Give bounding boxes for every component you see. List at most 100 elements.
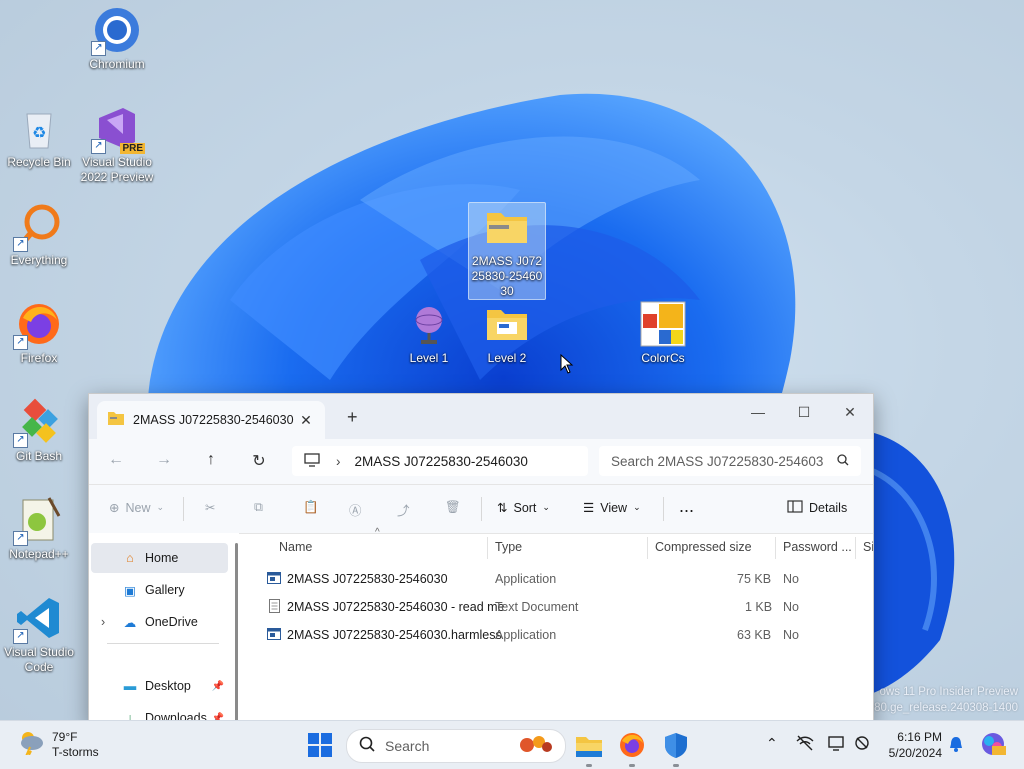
running-indicator <box>673 764 679 767</box>
visual-studio-icon: PRE ↗ <box>91 104 145 154</box>
sidebar-item-desktop[interactable]: ▬ Desktop 📌 <box>91 671 228 701</box>
new-tab-icon[interactable]: + <box>347 407 358 428</box>
notification-bell-icon[interactable] <box>948 735 964 756</box>
navigation-bar: ← → ↑ ↻ › 2MASS J07225830-2546030 Search… <box>89 439 873 485</box>
sort-ascending-icon: ^ <box>375 527 380 538</box>
column-header-compressed-size[interactable]: Compressed size <box>655 533 752 561</box>
close-window-button[interactable]: ✕ <box>827 398 873 426</box>
git-bash-icon: ↗ <box>13 398 63 448</box>
desktop-icon-zip-folder[interactable]: 2MASS J07225830-2546030 <box>468 202 546 300</box>
title-bar[interactable]: 2MASS J07225830-2546030 ✕ + — ☐ ✕ <box>89 394 873 439</box>
start-button[interactable] <box>308 733 332 762</box>
accessibility-icon[interactable] <box>854 735 872 754</box>
file-row[interactable]: 2MASS J07225830-2546030 - read me Text D… <box>261 593 873 621</box>
details-pane-icon <box>787 500 803 516</box>
weather-widget[interactable]: 79°F T-storms <box>16 729 99 760</box>
rename-icon[interactable]: Ⓐ <box>349 500 362 519</box>
more-options-button[interactable]: ... <box>679 496 694 517</box>
sidebar-item-onedrive[interactable]: › ☁ OneDrive <box>91 607 228 637</box>
storm-cloud-icon <box>16 729 44 760</box>
sort-button[interactable]: ⇅ Sort ⌄ <box>497 500 550 516</box>
weather-condition: T-storms <box>52 744 99 759</box>
globe-icon <box>405 300 453 348</box>
display-icon[interactable] <box>828 735 846 754</box>
maximize-button[interactable]: ☐ <box>781 398 827 426</box>
file-password: No <box>783 572 799 586</box>
file-type: Text Document <box>495 600 579 614</box>
address-bar[interactable]: › 2MASS J07225830-2546030 <box>292 446 588 476</box>
desktop-icon-visual-studio-2022-preview[interactable]: PRE ↗ Visual Studio 2022 Preview <box>79 104 155 185</box>
gallery-icon: ▣ <box>124 583 136 598</box>
desktop-icon-recycle-bin[interactable]: ♻ Recycle Bin <box>1 104 77 170</box>
minimize-button[interactable]: — <box>735 398 781 426</box>
desktop-icon-level-1[interactable]: Level 1 <box>391 300 467 366</box>
file-explorer-taskbar-icon[interactable] <box>574 731 604 761</box>
column-header-type[interactable]: Type <box>495 533 522 561</box>
chevron-right-icon[interactable]: › <box>101 615 105 629</box>
chevron-right-icon[interactable]: › <box>336 454 341 469</box>
forward-arrow-icon[interactable]: → <box>152 451 176 469</box>
application-icon <box>267 565 281 593</box>
sidebar-item-home[interactable]: ⌂ Home <box>91 543 228 573</box>
back-arrow-icon[interactable]: ← <box>104 451 128 469</box>
plus-circle-icon: ⊕ <box>109 501 120 515</box>
column-header-name[interactable]: Name <box>279 533 312 561</box>
file-size: 75 KB <box>737 572 772 586</box>
up-arrow-icon[interactable]: ↑ <box>199 451 223 469</box>
close-tab-icon[interactable]: ✕ <box>295 412 317 429</box>
tab-title: 2MASS J07225830-2546030 <box>133 413 294 427</box>
sidebar-item-gallery[interactable]: ▣ Gallery <box>91 575 228 605</box>
desktop-icon-notepad-plus-plus[interactable]: ↗ Notepad++ <box>1 496 77 562</box>
chromium-icon: ↗ <box>91 6 141 56</box>
file-type: Application <box>495 628 557 642</box>
recycle-bin-icon: ♻ <box>15 104 63 152</box>
notepad-plus-plus-icon: ↗ <box>13 496 63 546</box>
windows-security-taskbar-icon[interactable] <box>662 731 692 761</box>
desktop-icon-colorcs[interactable]: ColorCs <box>625 300 701 366</box>
onedrive-cloud-icon: ☁ <box>123 615 137 630</box>
show-hidden-icons-chevron-icon[interactable]: ⌃ <box>766 735 778 752</box>
sidebar-scrollbar[interactable] <box>235 543 238 724</box>
desktop-icon-visual-studio-code[interactable]: ↗ Visual Studio Code <box>1 594 77 675</box>
refresh-icon[interactable]: ↻ <box>247 451 271 471</box>
command-bar: ⊕ New ⌄ ✂ ⧉ 📋 Ⓐ ⤴ 🗑 ⇅ Sort ⌄ ☰ View ⌄ ..… <box>89 485 873 534</box>
sort-icon: ⇅ <box>497 501 508 515</box>
column-header-password[interactable]: Password ... <box>783 533 852 561</box>
taskbar: 79°F T-storms Search ⌃ 6:16 PM 5/20/2024 <box>0 720 1024 769</box>
file-name: 2MASS J07225830-2546030 <box>287 572 448 586</box>
copy-icon[interactable]: ⧉ <box>254 500 263 515</box>
details-pane-button[interactable]: Details <box>787 500 847 516</box>
firefox-taskbar-icon[interactable] <box>618 731 648 761</box>
file-name: 2MASS J07225830-2546030 - read me <box>287 600 505 614</box>
search-box[interactable]: Search 2MASS J07225830-254603 <box>599 446 861 476</box>
file-row[interactable]: 2MASS J07225830-2546030 Application 75 K… <box>261 565 873 593</box>
navigation-pane: ⌂ Home ▣ Gallery › ☁ OneDrive ▬ Desktop … <box>89 533 239 724</box>
search-placeholder: Search 2MASS J07225830-254603 <box>611 453 824 469</box>
desktop-icon-everything[interactable]: ↗ Everything <box>1 202 77 268</box>
copilot-preview-icon[interactable] <box>980 731 1006 760</box>
file-row[interactable]: 2MASS J07225830-2546030.harmless Applica… <box>261 621 873 649</box>
desktop-icon-firefox[interactable]: ↗ Firefox <box>1 300 77 366</box>
application-icon <box>267 621 281 649</box>
paste-icon[interactable]: 📋 <box>303 500 319 515</box>
system-clock[interactable]: 6:16 PM 5/20/2024 <box>872 729 942 761</box>
share-icon[interactable]: ⤴ <box>397 500 410 519</box>
cut-icon[interactable]: ✂ <box>205 500 215 515</box>
delete-icon[interactable]: 🗑 <box>445 500 461 515</box>
desktop-icon-chromium[interactable]: ↗ Chromium <box>79 6 155 72</box>
file-explorer-window[interactable]: 2MASS J07225830-2546030 ✕ + — ☐ ✕ ← → ↑ … <box>88 393 874 725</box>
desktop-icon-level-2[interactable]: Level 2 <box>469 300 545 366</box>
desktop-icon-git-bash[interactable]: ↗ Git Bash <box>1 398 77 464</box>
address-path: 2MASS J07225830-2546030 <box>354 453 528 469</box>
zip-folder-icon <box>107 410 125 431</box>
zip-folder-icon <box>483 203 531 251</box>
svg-text:♻: ♻ <box>32 125 46 142</box>
column-header-size[interactable]: Si <box>863 533 873 561</box>
tab-2mass[interactable]: 2MASS J07225830-2546030 ✕ <box>97 401 325 439</box>
new-button[interactable]: ⊕ New ⌄ <box>109 500 164 516</box>
file-password: No <box>783 600 799 614</box>
network-disconnected-icon[interactable] <box>796 735 814 754</box>
view-button[interactable]: ☰ View ⌄ <box>583 500 641 516</box>
taskbar-search-box[interactable]: Search <box>346 729 566 763</box>
vscode-icon: ↗ <box>13 594 63 644</box>
